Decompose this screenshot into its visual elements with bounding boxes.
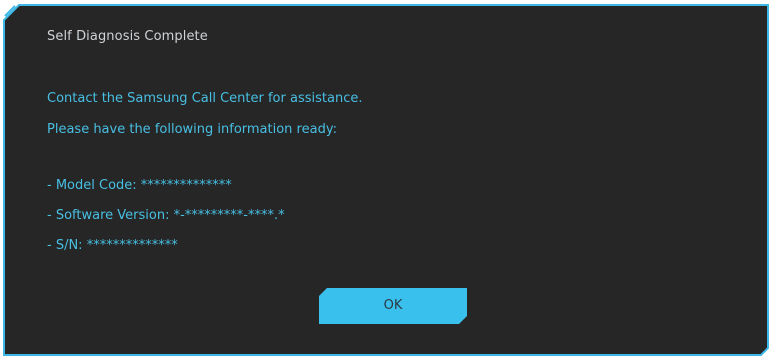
software-version-line: - Software Version: *-*********-****.*	[47, 208, 285, 223]
message-line-contact: Contact the Samsung Call Center for assi…	[47, 91, 363, 106]
message-line-info-ready: Please have the following information re…	[47, 122, 337, 137]
serial-number-line: - S/N: **************	[47, 238, 178, 253]
dialog-title: Self Diagnosis Complete	[47, 29, 208, 44]
model-code-line: - Model Code: **************	[47, 178, 232, 193]
self-diagnosis-dialog: Self Diagnosis Complete Contact the Sams…	[3, 4, 769, 356]
ok-button[interactable]: OK	[319, 288, 467, 324]
ok-button-label: OK	[383, 298, 403, 313]
